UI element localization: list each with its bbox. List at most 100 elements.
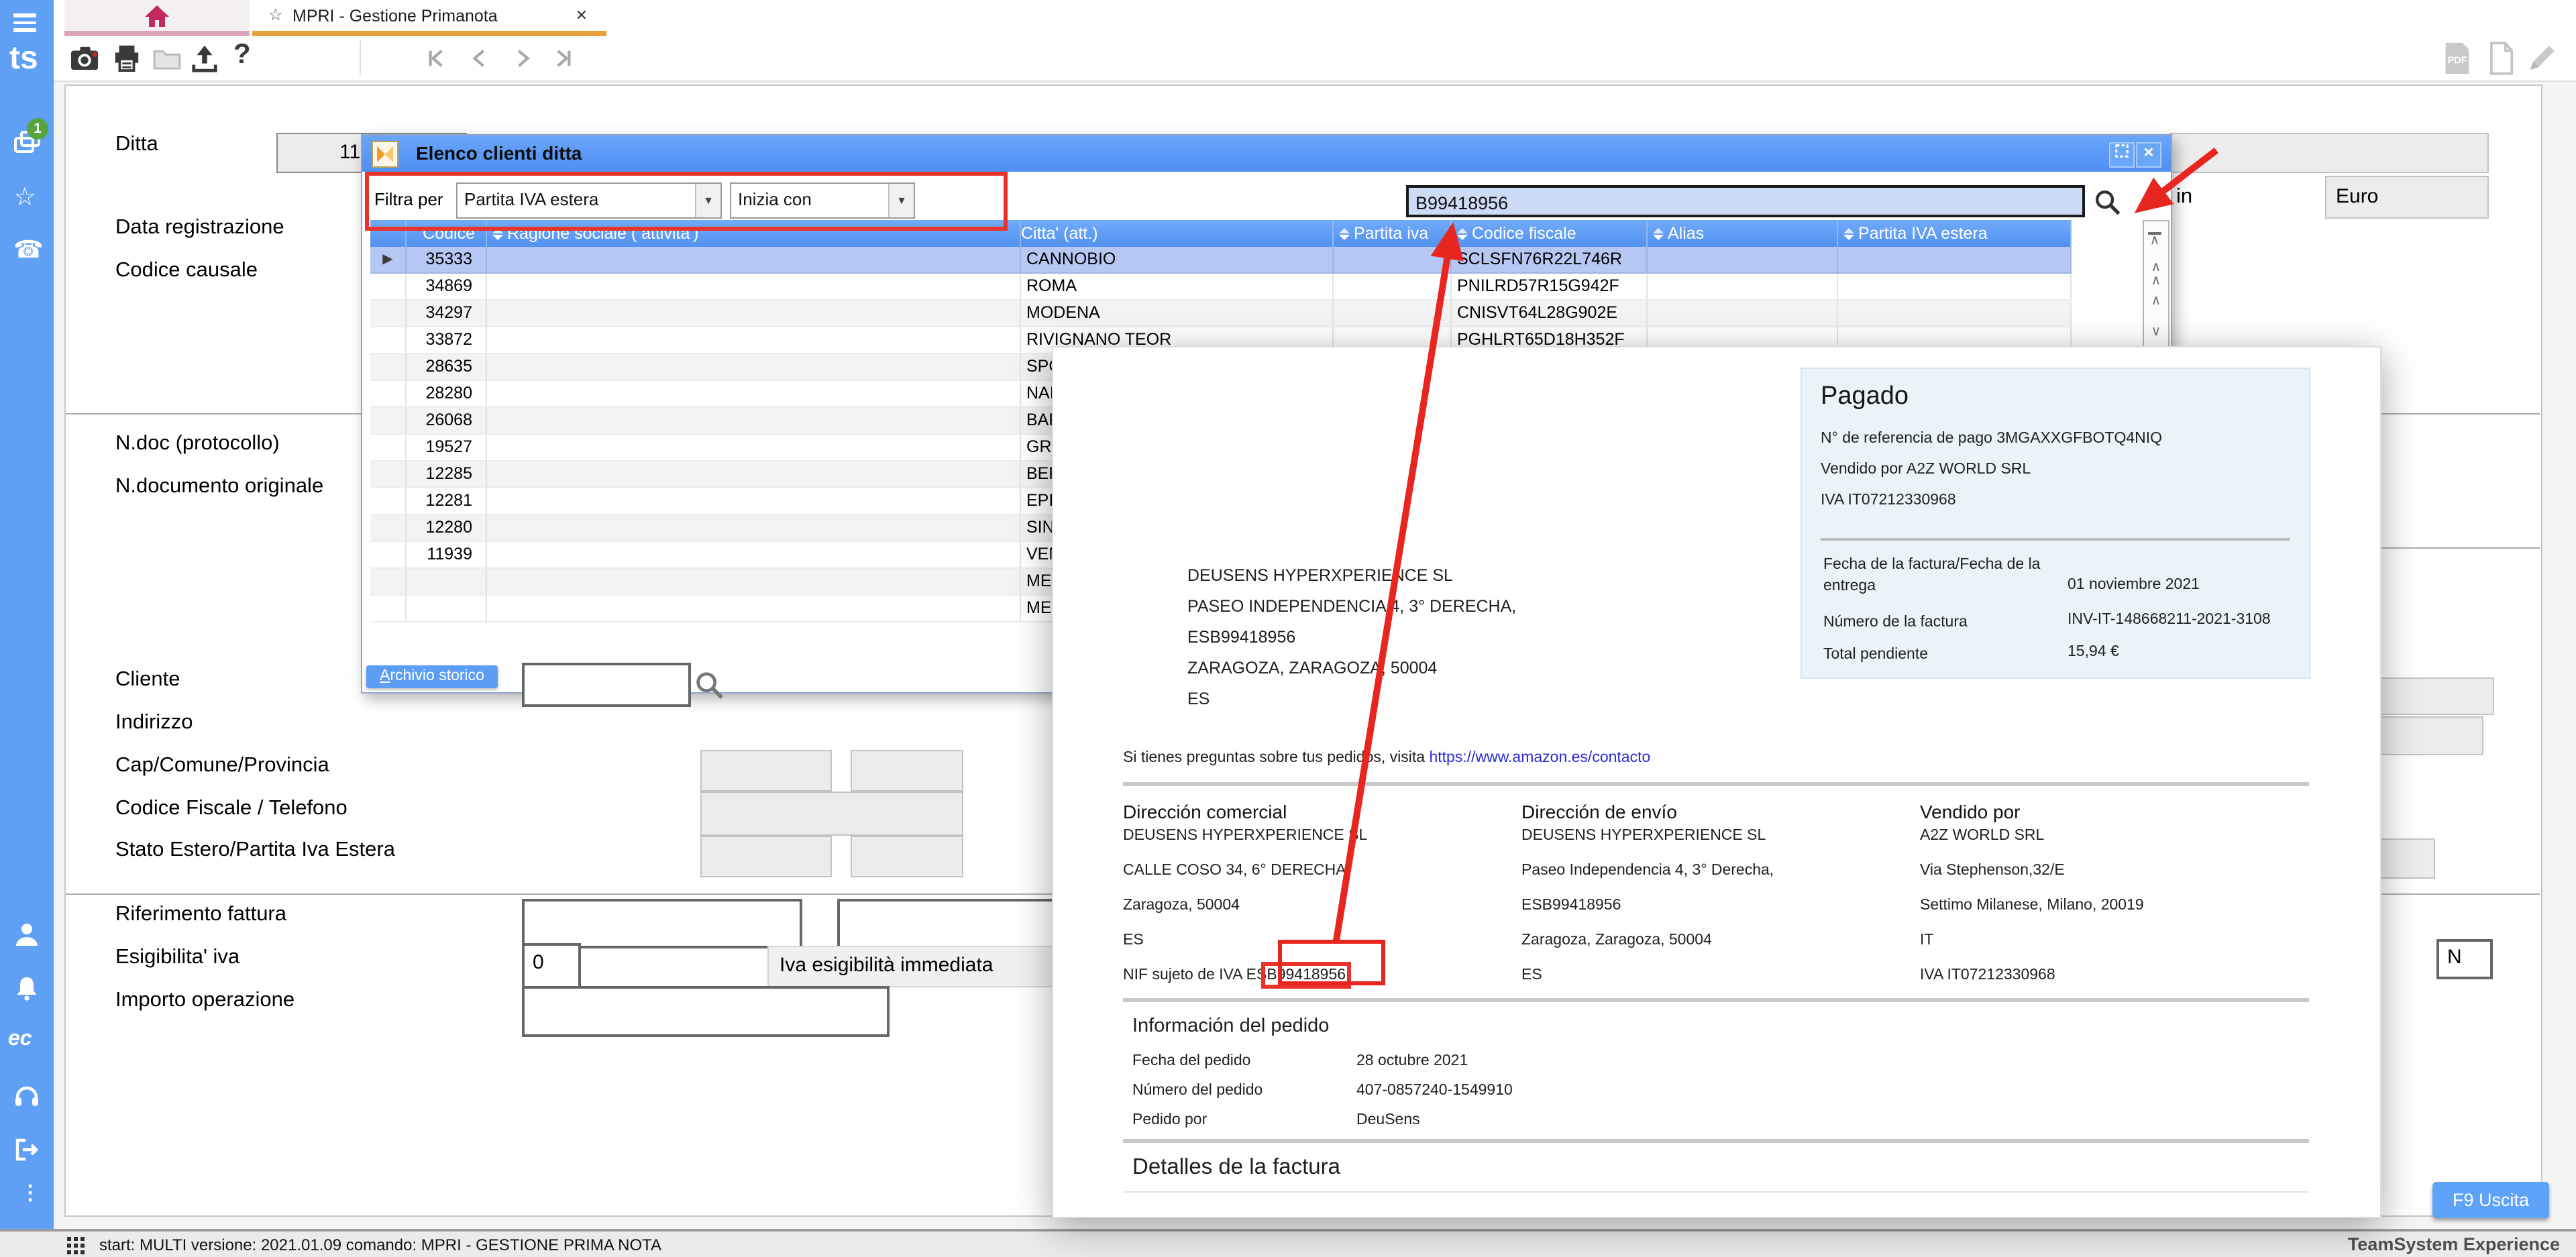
nav-first-icon[interactable] [427,48,447,75]
cell-partita_iva_estera [1838,247,2072,274]
headset-icon[interactable] [13,1083,40,1109]
nav-next-icon[interactable] [513,48,533,75]
f9-uscita-button[interactable]: F9 Uscita [2432,1182,2549,1218]
comune-field[interactable] [851,750,963,791]
column-header[interactable]: Partita IVA estera [1838,220,2072,247]
bell-icon[interactable] [13,975,40,1002]
new-document-icon[interactable] [2489,42,2514,82]
star-icon[interactable]: ☆ [13,182,36,213]
label-in: in [2176,185,2192,209]
cell-ragione [487,515,1021,542]
tab-mpri-gestione-primanota[interactable]: ☆ MPRI - Gestione Primanota ✕ [252,0,606,31]
pdf-export-icon[interactable]: PDF [2440,42,2474,82]
status-text: start: MULTI versione: 2021.01.09 comand… [99,1236,661,1254]
divider [1821,538,2290,541]
folder-icon[interactable] [153,47,181,76]
cell-codice_fiscale: PNILRD57R15G942F [1452,274,1648,300]
column-header-label: Partita IVA estera [1858,220,1988,247]
riferimento-input-1[interactable] [522,899,802,948]
help-icon[interactable]: ? [233,39,251,71]
amazon-contact-link[interactable]: https://www.amazon.es/contacto [1429,750,1650,766]
column-header[interactable]: Codice fiscale [1452,220,1648,247]
contact-line: Si tienes preguntas sobre tus pedidos, v… [1123,750,1650,766]
importo-input[interactable] [522,986,890,1037]
dialog-close-icon[interactable]: ✕ [2136,142,2161,168]
label-esigibilita-iva: Esigibilita' iva [115,946,239,970]
column-header[interactable]: Alias [1648,220,1838,247]
esigibilita-value: 0 [533,951,544,974]
ec-logo[interactable]: ec [8,1028,32,1052]
cap-field[interactable] [700,750,832,791]
sort-icon[interactable] [1339,227,1350,239]
sort-icon[interactable] [1457,227,1468,239]
ts-logo: ts [9,40,38,78]
phone-icon[interactable]: ☎ [13,236,44,264]
print-icon[interactable] [113,44,141,79]
esigibilita-input[interactable]: 0 [522,943,581,989]
stato-estero-field[interactable] [700,836,832,877]
scroll-up-icon[interactable]: ∧ [2144,295,2168,309]
riferimento-input-2[interactable] [837,899,1057,948]
cell-citta: CANNOBIO [1021,247,1334,274]
address-column-line: ES [1521,967,1542,983]
ditta-value: 11 [339,141,360,164]
address-column-line: Via Stephenson,32/E [1920,863,2065,879]
table-row[interactable]: ▶35333CANNOBIOSCLSFN76R22L746R [370,247,2072,274]
codice-fiscale-field[interactable] [700,791,963,836]
column-header[interactable]: Citta' (att.) [1021,220,1334,247]
cell-codice: 12285 [407,461,487,488]
user-icon[interactable] [13,920,40,947]
cell-ragione [487,327,1021,354]
favorite-star-icon[interactable]: ☆ [268,5,283,24]
cell-partita_iva [1334,300,1452,327]
cell-ragione [487,381,1021,408]
brand-text: TeamSystem Experience [2348,1234,2560,1254]
scroll-pageup-icon[interactable]: ∧∧ [2144,262,2168,288]
address-column-line: NIF sujeto de IVA ESB99418956 [1123,967,1346,983]
sort-icon[interactable] [1843,227,1854,239]
cell-codice: 12281 [407,488,487,515]
n-flag-input[interactable]: N [2436,939,2493,979]
currency-field: Euro [2325,176,2489,219]
cell-codice: 35333 [407,247,487,274]
svg-text:PDF: PDF [2448,56,2467,66]
table-row[interactable]: 34297MODENACNISVT64L28G902E [370,300,2072,327]
close-tab-icon[interactable]: ✕ [576,7,588,24]
row-selector-cell [370,461,407,488]
screenshot-camera-icon[interactable] [70,44,101,79]
column-header[interactable]: Partita iva [1334,220,1452,247]
dialog-titlebar[interactable]: Elenco clienti ditta ✕ [362,135,2171,172]
archivio-storico-button[interactable]: Archivio storico [366,665,498,688]
cell-codice: 28280 [407,381,487,408]
home-tab[interactable] [64,0,250,31]
more-dots-icon[interactable]: ⋮ [20,1181,40,1205]
scroll-top-icon[interactable]: ∧ [2148,232,2161,248]
address-column-line: Settimo Milanese, Milano, 20019 [1920,897,2144,914]
hamburger-menu-icon[interactable] [13,13,40,40]
row-selector-cell [370,381,407,408]
upload-icon[interactable] [191,44,219,79]
table-row[interactable]: 34869ROMAPNILRD57R15G942F [370,274,2072,300]
logout-icon[interactable] [13,1136,40,1163]
address-text: ESB99418956 [1521,897,1621,914]
cell-alias [1648,300,1838,327]
app-grid-icon[interactable] [67,1237,85,1254]
cell-partita_iva [1334,274,1452,300]
cliente-search-icon[interactable] [694,669,726,708]
search-input[interactable]: B99418956 [1406,185,2085,217]
scroll-down-icon[interactable]: ∨ [2144,326,2168,339]
sort-icon[interactable] [1653,227,1664,239]
dialog-maximize-icon[interactable] [2109,142,2135,168]
order-info-label: Pedido por [1132,1112,1207,1128]
edit-pencil-icon[interactable] [2526,42,2559,80]
search-icon[interactable] [2093,188,2123,224]
cell-codice: 19527 [407,435,487,461]
partita-iva-estera-field[interactable] [851,836,963,877]
row-selector-cell [370,408,407,435]
label-ndoc-originale: N.documento originale [115,475,323,499]
nav-prev-icon[interactable] [470,48,490,75]
row-selector-cell [370,354,407,381]
cliente-input[interactable] [522,663,691,707]
left-sidebar: ts 1 ☆ ☎ ec ⋮ [0,0,54,1229]
nav-last-icon[interactable] [553,48,573,75]
